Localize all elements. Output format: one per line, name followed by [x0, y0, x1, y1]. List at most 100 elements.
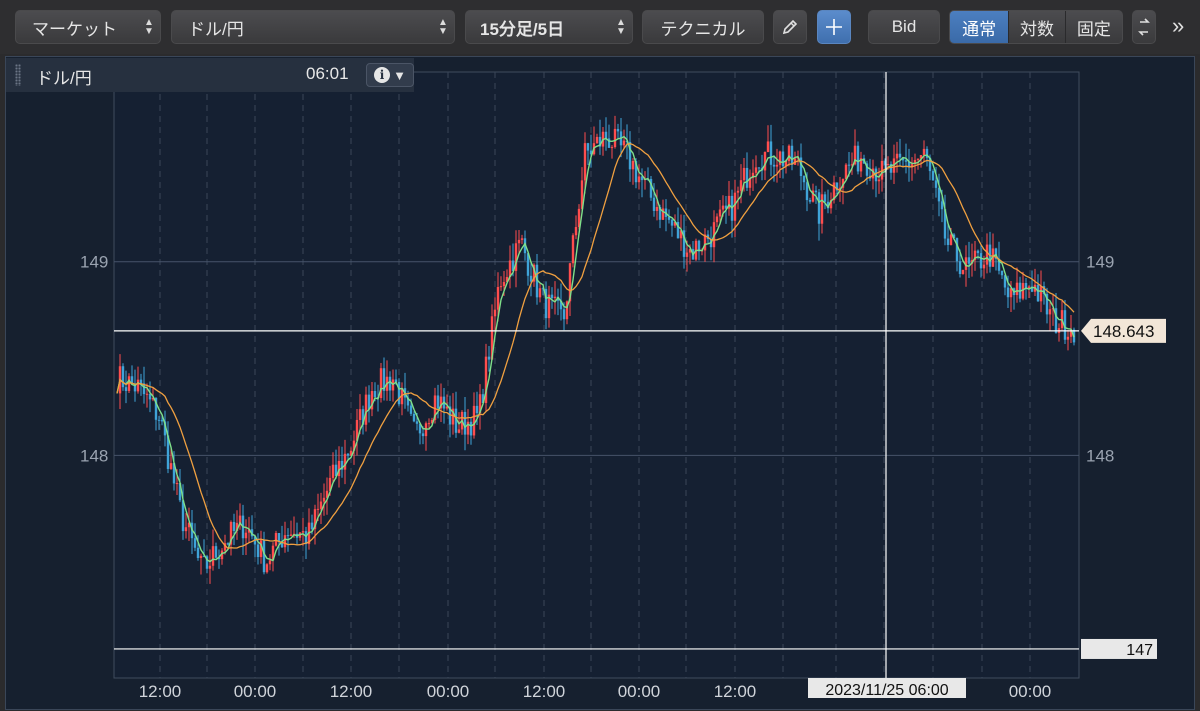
candle-body [160, 419, 164, 422]
candle-body [364, 394, 368, 425]
current-price-label: 148.643 [1093, 322, 1154, 341]
price-chart[interactable]: 149 149 148 148 12:00 00:00 12:00 00:00 12:00 00:… [0, 0, 1200, 711]
candle-body [778, 151, 782, 165]
y-axis-tick-label-right: 148 [1086, 446, 1114, 465]
candlestick [274, 530, 278, 547]
candle-body [475, 405, 479, 414]
x-axis-tick-label: 12:00 [714, 682, 757, 701]
candle-body [583, 143, 587, 181]
candle-body [958, 261, 962, 274]
candle-body [265, 564, 269, 573]
candle-body [586, 143, 590, 151]
candle-body [844, 164, 848, 179]
candle-body [802, 176, 806, 183]
candle-body [274, 533, 278, 546]
candle-body [1024, 283, 1028, 289]
candle-body [409, 405, 413, 414]
candle-body [955, 238, 959, 262]
candle-body [715, 216, 719, 223]
candle-body [652, 197, 656, 211]
candle-body [916, 158, 920, 160]
candle-body [979, 253, 983, 269]
candle-body [571, 235, 575, 264]
candle-body [754, 167, 758, 173]
candle-body [553, 296, 557, 299]
candle-body [268, 560, 272, 565]
y-axis-tick-label-left: 148 [80, 446, 108, 465]
candlestick [856, 141, 860, 175]
candle-body [808, 200, 812, 202]
candle-body [415, 421, 419, 424]
candle-body [472, 405, 476, 436]
candle-body [136, 379, 140, 392]
candle-body [262, 540, 266, 573]
info-menu-button[interactable]: i ▼ [366, 63, 414, 87]
candle-body [1039, 286, 1043, 302]
candle-body [574, 227, 578, 236]
candle-body [742, 167, 746, 181]
candle-body [982, 264, 986, 269]
candle-body [124, 387, 128, 391]
candle-body [1015, 282, 1019, 296]
candle-body [733, 192, 737, 221]
candle-body [469, 421, 473, 436]
candle-body [961, 269, 965, 274]
chart-info-bar: ドル/円 06:01 i ▼ [6, 58, 414, 92]
candle-body [457, 429, 461, 433]
candle-body [622, 140, 626, 146]
candle-body [976, 250, 980, 254]
chart-grid: 149 149 148 148 12:00 00:00 12:00 00:00 12:00 00:… [80, 71, 1114, 701]
candle-body [184, 527, 188, 532]
candle-body [967, 257, 971, 264]
candle-body [616, 128, 620, 132]
candle-body [277, 533, 281, 542]
candle-body [1066, 336, 1070, 340]
candle-body [343, 453, 347, 470]
drag-grip-icon[interactable] [15, 64, 21, 86]
candle-body [685, 252, 689, 257]
candle-body [427, 423, 431, 425]
candle-body [934, 180, 938, 188]
candle-body [232, 521, 236, 531]
candle-body [322, 497, 326, 502]
candle-body [145, 393, 149, 395]
candle-body [550, 294, 554, 299]
candle-body [946, 238, 950, 245]
x-axis-tick-label: 00:00 [234, 682, 277, 701]
candlestick [397, 378, 401, 407]
x-axis-tick-label: 12:00 [139, 682, 182, 701]
candle-body [655, 207, 659, 211]
candle-body [814, 190, 818, 193]
candle-body [496, 287, 500, 310]
candle-body [169, 463, 173, 469]
candle-body [388, 376, 392, 391]
candle-body [139, 379, 143, 384]
candle-body [817, 192, 821, 224]
candle-body [157, 419, 161, 421]
candle-body [121, 366, 125, 388]
candle-body [718, 209, 722, 217]
candlestick [961, 269, 965, 275]
candle-body [736, 190, 740, 193]
candle-body [781, 151, 785, 167]
candle-body [487, 356, 491, 360]
candle-body [331, 464, 335, 478]
crosshair-time-label: 2023/11/25 06:00 [825, 682, 948, 699]
candle-body [766, 141, 770, 152]
candle-body [211, 546, 215, 566]
x-axis-tick-label: 00:00 [618, 682, 661, 701]
x-axis-tick-label: 12:00 [523, 682, 566, 701]
candle-body [193, 538, 197, 548]
candle-body [436, 395, 440, 409]
candlestick [121, 363, 125, 391]
candle-body [412, 413, 416, 422]
candlestick [379, 363, 383, 403]
candle-body [637, 176, 641, 183]
candle-body [847, 164, 851, 166]
candle-body [1006, 287, 1010, 298]
candle-body [289, 534, 293, 536]
candle-body [757, 167, 761, 169]
candle-body [286, 535, 290, 537]
candle-body [319, 501, 323, 509]
app-window: マーケット ▲▼ ドル/円 ▲▼ 15分足/5日 ▲▼ テクニカル Bid [0, 0, 1200, 711]
